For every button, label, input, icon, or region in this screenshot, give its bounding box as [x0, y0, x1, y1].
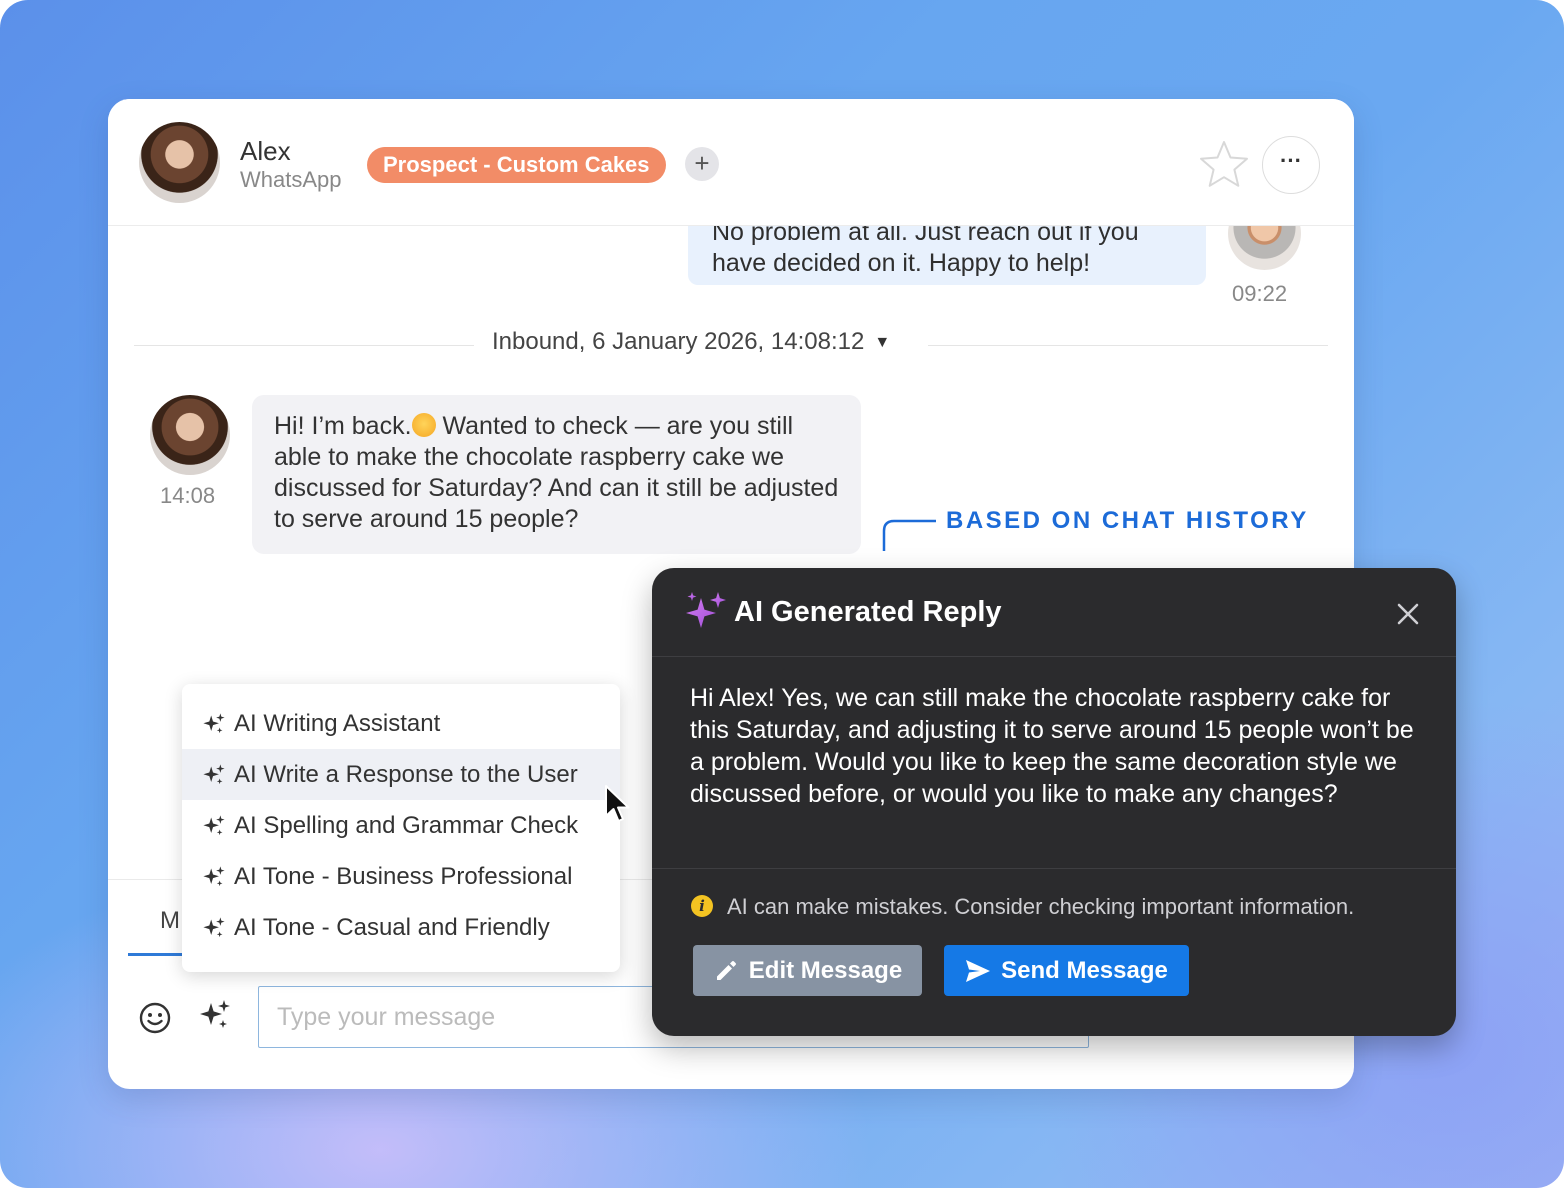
sparkle-icon	[203, 865, 225, 886]
menu-item-ai-tone-casual[interactable]: AI Tone - Casual and Friendly	[182, 902, 620, 953]
outbound-timestamp: 09:22	[1232, 281, 1288, 306]
menu-item-ai-writing-assistant[interactable]: AI Writing Assistant	[182, 698, 620, 749]
inbound-text-start: Hi! I’m back.	[274, 412, 412, 440]
add-tag-button[interactable]: +	[685, 147, 719, 181]
inbound-divider[interactable]: Inbound, 6 January 2026, 14:08:12 ▼	[492, 328, 890, 356]
ai-sparkle-icon	[686, 592, 726, 628]
ai-panel-title: AI Generated Reply	[734, 596, 1002, 628]
emoji-icon[interactable]	[139, 1002, 171, 1034]
info-icon: i	[691, 895, 713, 917]
callout-connector	[882, 519, 936, 551]
inbound-timestamp: 14:08	[160, 483, 216, 508]
more-icon: ···	[1280, 148, 1302, 173]
menu-item-label: AI Write a Response to the User	[234, 760, 578, 788]
ai-reply-panel: AI Generated Reply Hi Alex! Yes, we can …	[652, 568, 1456, 1036]
callout-label: BASED ON CHAT HISTORY	[946, 507, 1309, 534]
contact-avatar[interactable]	[139, 122, 220, 203]
ai-tools-menu: AI Writing Assistant AI Write a Response…	[182, 684, 620, 972]
sparkle-icon[interactable]	[198, 998, 232, 1032]
menu-item-ai-tone-business[interactable]: AI Tone - Business Professional	[182, 851, 620, 902]
caret-down-icon: ▼	[874, 333, 891, 351]
send-icon	[966, 959, 991, 982]
contact-channel: WhatsApp	[240, 167, 342, 192]
cursor-icon	[605, 785, 630, 822]
sparkle-icon	[203, 763, 225, 784]
menu-item-label: AI Spelling and Grammar Check	[234, 811, 579, 839]
chat-header: Alex WhatsApp Prospect - Custom Cakes + …	[108, 99, 1354, 226]
inbound-divider-label: Inbound, 6 January 2026, 14:08:12	[492, 328, 865, 355]
ai-reply-text: Hi Alex! Yes, we can still make the choc…	[690, 684, 1414, 808]
send-message-label: Send Message	[1001, 956, 1168, 984]
contact-tag[interactable]: Prospect - Custom Cakes	[367, 147, 666, 183]
ai-disclaimer: AI can make mistakes. Consider checking …	[727, 894, 1355, 919]
menu-item-label: AI Tone - Business Professional	[234, 862, 573, 890]
close-icon[interactable]	[1394, 600, 1422, 628]
ai-panel-separator	[652, 868, 1456, 869]
sparkle-icon	[203, 814, 225, 835]
menu-item-label: AI Writing Assistant	[234, 709, 441, 737]
divider-line-right	[928, 345, 1328, 346]
menu-item-ai-write-response[interactable]: AI Write a Response to the User	[182, 749, 620, 800]
pencil-icon	[716, 960, 736, 980]
contact-name[interactable]: Alex	[240, 136, 291, 167]
sparkle-icon	[203, 916, 225, 937]
smile-emoji-icon	[411, 413, 436, 437]
send-message-button[interactable]: Send Message	[944, 945, 1189, 996]
ai-panel-header: AI Generated Reply	[652, 568, 1456, 657]
inbound-avatar	[150, 395, 230, 475]
composer-mode-tab[interactable]: M	[160, 907, 180, 935]
more-options-button[interactable]: ···	[1262, 136, 1320, 194]
divider-line-left	[134, 345, 474, 346]
menu-item-ai-spelling-grammar[interactable]: AI Spelling and Grammar Check	[182, 800, 620, 851]
composer-tab-underline	[128, 953, 188, 956]
edit-message-button[interactable]: Edit Message	[693, 945, 922, 996]
inbound-message-bubble: Hi! I’m back. Wanted to check — are you …	[252, 395, 861, 554]
menu-item-label: AI Tone - Casual and Friendly	[234, 913, 550, 941]
edit-message-label: Edit Message	[748, 956, 903, 984]
sparkle-icon	[203, 712, 225, 733]
star-icon[interactable]	[1196, 137, 1252, 193]
